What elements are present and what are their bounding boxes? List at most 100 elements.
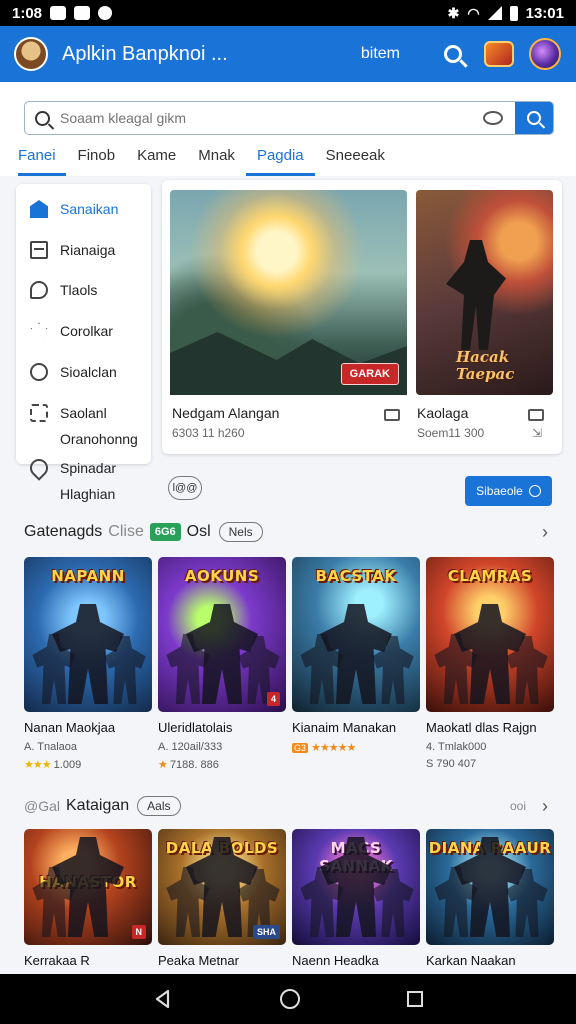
star-icon — [30, 322, 48, 339]
search-icon — [444, 45, 462, 63]
featured-image-1[interactable]: GARAK — [170, 190, 407, 395]
sidebar-item-label: Spinadar — [60, 460, 117, 476]
section-title: Gatenagds — [24, 523, 103, 540]
avatar[interactable] — [14, 37, 48, 71]
game-card[interactable]: BACSTAK Kianaim Manakan G3 ★★★★★ — [292, 557, 420, 754]
rating-stars: ★★★ — [24, 759, 52, 771]
share-icon[interactable]: ⇲ — [532, 426, 542, 440]
section-right-label[interactable]: ooi — [510, 799, 526, 813]
game-card[interactable]: MACS SANNAK Naenn Headka — [292, 829, 420, 968]
game-card[interactable]: DALA BOLDS SHA Peaka Metnar — [158, 829, 286, 968]
section-badge: 6G6 — [149, 523, 181, 541]
tab-pagdia[interactable]: Pagdia — [245, 146, 315, 176]
game-name: Karkan Naakan — [426, 953, 516, 968]
game-shortcut-button[interactable] — [482, 37, 516, 71]
sidebar-item-label: Saolanl — [60, 405, 107, 421]
comment-icon[interactable] — [384, 409, 400, 421]
home-nav-icon[interactable] — [279, 989, 300, 1009]
recent-apps-icon[interactable] — [406, 991, 423, 1007]
featured-badge[interactable]: GARAK — [340, 363, 399, 385]
game-card[interactable]: AOKUNS 4 Uleridlatolais A. 120ail/333 ★ … — [158, 557, 286, 771]
system-nav-bar — [0, 974, 576, 1024]
sidebar-item-label: Tlaols — [60, 282, 98, 298]
sidebar-item-spinadar[interactable]: Spinadar Hlaghian — [16, 455, 151, 504]
game-meta: 4. Tmlak000 — [426, 741, 487, 753]
game-name: Uleridlatolais — [158, 720, 233, 735]
sidebar-item-sublabel: Hlaghian — [60, 486, 116, 502]
subscribe-label: Sibaeole — [476, 484, 523, 498]
sidebar-item-corolkar[interactable]: Corolkar — [16, 321, 151, 341]
game-rating: S 790 407 — [426, 758, 477, 770]
chevron-right-icon[interactable]: › — [542, 522, 548, 543]
game-cover[interactable]: HANASTOR N — [24, 829, 152, 945]
sidebar-item-label: Sioalclan — [60, 364, 117, 380]
game-cover[interactable]: AOKUNS 4 — [158, 557, 286, 712]
mail-icon[interactable] — [528, 409, 544, 421]
game-cover[interactable]: MACS SANNAK — [292, 829, 420, 945]
featured-image-2[interactable]: Hacak Taepac — [416, 190, 553, 395]
sidebar-item-sanaikan[interactable]: Sanaikan — [16, 199, 151, 219]
game-name: Naenn Headka — [292, 953, 379, 968]
section-filter-pill[interactable]: Nels — [218, 522, 263, 542]
featured-title-2[interactable]: Kaolaga — [417, 405, 468, 421]
appbar-action-button[interactable]: bitem — [361, 45, 400, 63]
game-cover[interactable]: BACSTAK — [292, 557, 420, 712]
tab-mnak[interactable]: Mnak — [187, 146, 246, 176]
search-button[interactable] — [436, 37, 470, 71]
meta-badge: G3 — [292, 743, 309, 753]
filter-pill[interactable]: l@@ — [168, 476, 202, 500]
sidebar-item-label: Sanaikan — [60, 201, 119, 217]
search-bar — [24, 101, 554, 135]
rating-stars: ★ — [158, 759, 168, 771]
search-input[interactable] — [50, 110, 483, 126]
game-rating: ★★★ 1.009 — [24, 758, 152, 771]
check-circle-icon — [528, 485, 541, 497]
game-meta: A. 120ail/333 — [158, 741, 223, 753]
warrior-art — [446, 240, 506, 350]
camera-search-icon[interactable] — [483, 111, 503, 125]
game-card[interactable]: HANASTOR N Kerrakaa R — [24, 829, 152, 968]
rating-value: 1.009 — [53, 759, 82, 771]
game-name: Kianaim Manakan — [292, 720, 397, 735]
search-submit-button[interactable] — [515, 102, 553, 134]
section-subtitle[interactable]: Clise — [108, 523, 144, 541]
section-header-gatenagds: Gatenagds Clise 6G6 Osl Nels › — [24, 522, 554, 542]
tab-fanei[interactable]: Fanei — [18, 146, 67, 176]
game-cover[interactable]: DIANA RAAUR — [426, 829, 554, 945]
back-icon[interactable] — [153, 989, 173, 1009]
featured-title-1[interactable]: Nedgam Alangan — [172, 405, 279, 421]
box-icon — [30, 241, 48, 259]
sidebar-item-saolanl[interactable]: Saolanl Oranohonng — [16, 403, 151, 449]
settings-icon — [98, 6, 113, 20]
sidebar-item-sublabel: Oranohonng — [60, 431, 138, 447]
wifi-icon: ◠ — [467, 4, 480, 21]
sidebar-item-label: Rianaiga — [60, 242, 116, 258]
game-card[interactable]: DIANA RAAUR Karkan Naakan — [426, 829, 554, 968]
sidebar-item-rianaiga[interactable]: Rianaiga — [16, 240, 151, 260]
game-cover[interactable]: CLAMRAS — [426, 557, 554, 712]
game-name: Kerrakaa R — [24, 953, 90, 968]
profile-game-button[interactable] — [528, 37, 562, 71]
game-card[interactable]: NAPANN Nanan Maokjaa A. Tnalaoa ★★★ 1.00… — [24, 557, 152, 771]
section-extra-label[interactable]: Osl — [187, 523, 211, 541]
game-cover[interactable]: NAPANN — [24, 557, 152, 712]
app-bar: Aplkin Banpknoi ... bitem — [0, 26, 576, 82]
featured-panel: GARAK Hacak Taepac Nedgam Alangan 6303 1… — [162, 180, 562, 454]
sidebar-item-sioalclan[interactable]: Sioalclan — [16, 362, 151, 382]
tab-sneeeak[interactable]: Sneeeak — [315, 146, 396, 176]
game-art-title: NAPANN — [51, 567, 125, 585]
game-card[interactable]: CLAMRAS Maokatl dlas Rajgn 4. Tmlak000 S… — [426, 557, 554, 770]
tab-kame[interactable]: Kame — [126, 146, 187, 176]
section-filter-pill[interactable]: Aals — [137, 796, 181, 816]
subscribe-button[interactable]: Sibaeole — [465, 476, 552, 506]
sidebar-item-tlaols[interactable]: Tlaols — [16, 280, 151, 300]
app-notification-icon — [74, 6, 91, 20]
rating-stars: ★★★★★ — [311, 742, 356, 754]
tab-bar: Fanei Finob Kame Mnak Pagdia Sneeeak — [18, 146, 396, 176]
status-bar: 1:08 ✱ ◠ 13:01 — [0, 0, 576, 26]
game-cover[interactable]: DALA BOLDS SHA — [158, 829, 286, 945]
chevron-right-icon[interactable]: › — [542, 796, 548, 817]
tab-finob[interactable]: Finob — [67, 146, 127, 176]
puzzle-icon — [30, 404, 48, 422]
notification-icon — [50, 6, 67, 20]
